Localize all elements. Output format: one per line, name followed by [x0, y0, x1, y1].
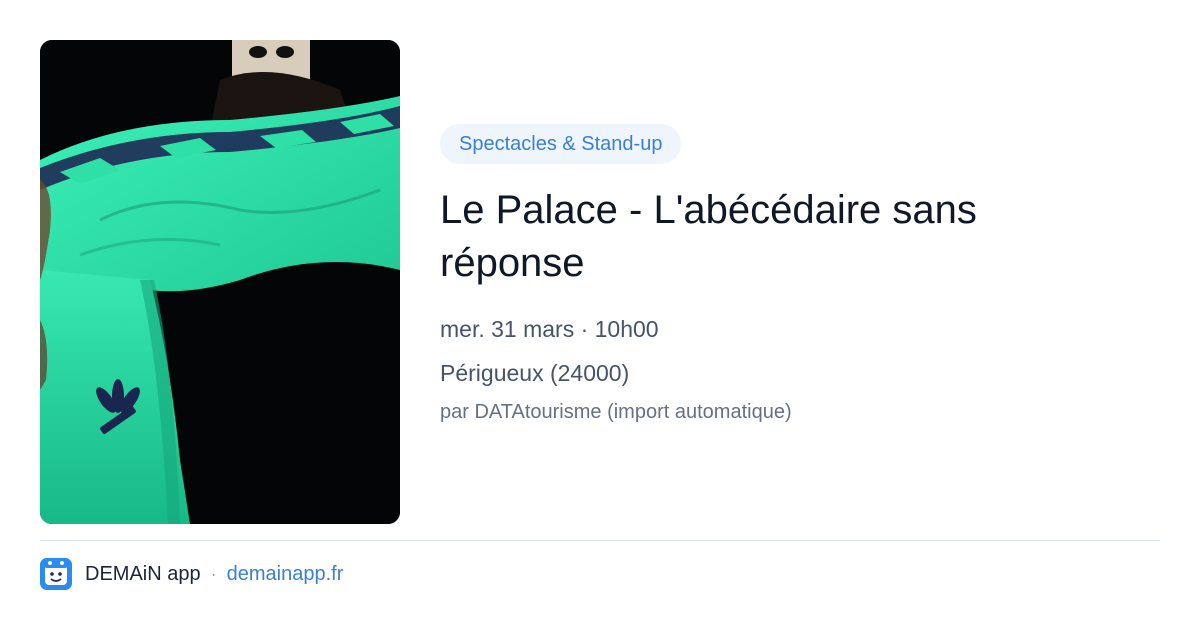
event-photo	[40, 40, 400, 524]
event-title[interactable]: Le Palace - L'abécédaire sans réponse	[440, 184, 1080, 290]
divider	[40, 540, 1160, 541]
event-source: par DATAtourisme (import automatique)	[440, 401, 792, 423]
category-badge[interactable]: Spectacles & Stand-up	[440, 124, 682, 164]
site-link[interactable]: demainapp.fr	[227, 563, 344, 586]
footer: DEMAiN app · demainapp.fr	[40, 558, 343, 590]
event-location: Périgueux (24000)	[440, 360, 630, 386]
demain-app-logo-icon[interactable]	[40, 558, 72, 590]
footer-separator: ·	[210, 563, 217, 584]
app-name: DEMAiN app	[85, 562, 201, 585]
event-datetime: mer. 31 mars · 10h00	[440, 316, 659, 342]
event-info: Spectacles & Stand-up Le Palace - L'abéc…	[440, 124, 1140, 425]
event-image[interactable]	[40, 40, 400, 524]
